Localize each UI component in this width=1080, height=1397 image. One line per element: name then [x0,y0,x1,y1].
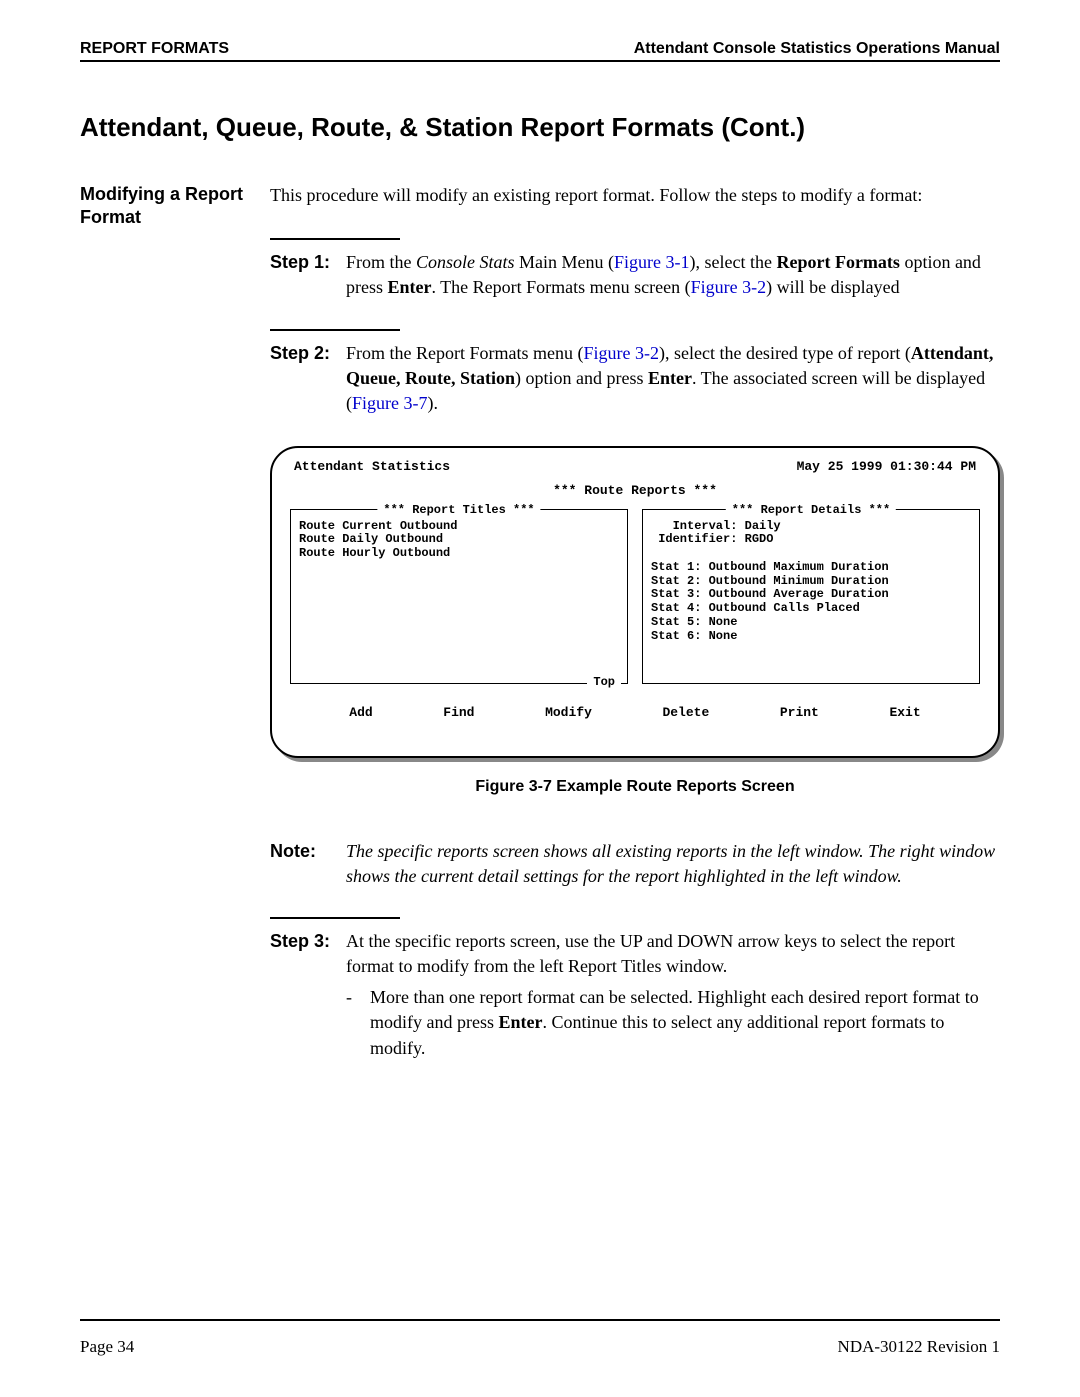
menu-add[interactable]: Add [349,704,372,722]
header-right: Attendant Console Statistics Operations … [634,40,1000,58]
figure-ref[interactable]: Figure 3-2 [583,343,659,363]
step-1: Step 1: From the Console Stats Main Menu… [270,250,1000,300]
step-2: Step 2: From the Report Formats menu (Fi… [270,341,1000,417]
bullet-body: More than one report format can be selec… [370,985,1000,1061]
menu-exit[interactable]: Exit [889,704,920,722]
figure-ref[interactable]: Figure 3-1 [614,252,690,272]
header-left: REPORT FORMATS [80,40,229,58]
terminal-screen: Attendant Statistics May 25 1999 01:30:4… [270,446,1000,758]
panel-legend: *** Report Titles *** [377,502,540,519]
terminal-app-name: Attendant Statistics [294,458,450,476]
footer-page: Page 34 [80,1337,134,1357]
note: Note: The specific reports screen shows … [270,839,1000,889]
menu-print[interactable]: Print [780,704,819,722]
figure-ref[interactable]: Figure 3-7 [352,393,428,413]
terminal-title: *** Route Reports *** [290,482,980,500]
panel-position-label: Top [587,674,621,691]
page-header: REPORT FORMATS Attendant Console Statist… [80,40,1000,62]
step-label: Step 2: [270,341,340,417]
step-label: Step 3: [270,929,340,1061]
page-footer: Page 34 NDA-30122 Revision 1 [80,1319,1000,1357]
bullet-dash: - [346,985,370,1061]
report-titles-list: Route Current Outbound Route Daily Outbo… [299,520,619,561]
panel-legend: *** Report Details *** [726,502,896,519]
figure-caption: Figure 3-7 Example Route Reports Screen [270,776,1000,798]
note-body: The specific reports screen shows all ex… [340,839,1000,889]
figure-3-7: Attendant Statistics May 25 1999 01:30:4… [270,446,1000,798]
menu-find[interactable]: Find [443,704,474,722]
terminal-menu: Add Find Modify Delete Print Exit [290,704,980,722]
section-title: Attendant, Queue, Route, & Station Repor… [80,112,1000,143]
terminal-datetime: May 25 1999 01:30:44 PM [797,458,976,476]
step-label: Step 1: [270,250,340,300]
subsection-heading: Modifying a Report Format [80,183,270,1065]
intro-paragraph: This procedure will modify an existing r… [270,183,1000,208]
report-titles-panel: *** Report Titles *** Route Current Outb… [290,509,628,684]
report-details-panel: *** Report Details *** Interval: Daily I… [642,509,980,684]
step-separator [270,238,400,240]
note-label: Note: [270,839,340,889]
report-details-list: Interval: Daily Identifier: RGDO Stat 1:… [651,520,971,644]
step-body: From the Report Formats menu (Figure 3-2… [340,341,1000,417]
step-bullet: - More than one report format can be sel… [346,985,1000,1061]
step-3: Step 3: At the specific reports screen, … [270,929,1000,1061]
step-body: From the Console Stats Main Menu (Figure… [340,250,1000,300]
menu-modify[interactable]: Modify [545,704,592,722]
step-body: At the specific reports screen, use the … [340,929,1000,1061]
menu-delete[interactable]: Delete [662,704,709,722]
footer-doc: NDA-30122 Revision 1 [838,1337,1000,1357]
step-separator [270,329,400,331]
step-separator [270,917,400,919]
figure-ref[interactable]: Figure 3-2 [691,277,767,297]
